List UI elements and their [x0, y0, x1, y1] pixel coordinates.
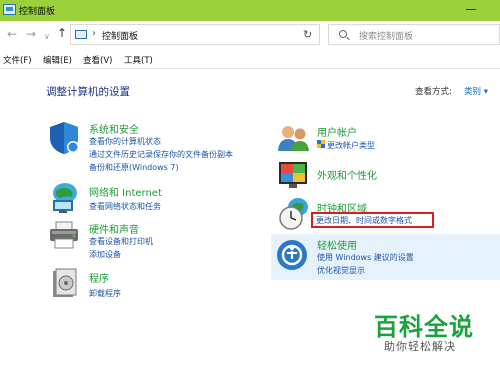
- refresh-icon[interactable]: ↻: [303, 29, 312, 41]
- address-field[interactable]: › 控制面板 ∨: [70, 24, 363, 45]
- link-uninstall-program[interactable]: 卸载程序: [89, 288, 121, 299]
- link-network-status[interactable]: 查看网络状态和任务: [89, 201, 161, 212]
- link-add-device[interactable]: 添加设备: [89, 249, 121, 260]
- page-title: 调整计算机的设置: [46, 86, 130, 98]
- breadcrumb[interactable]: 控制面板: [102, 29, 138, 42]
- category-system-security[interactable]: 系统和安全: [89, 121, 139, 136]
- appearance-icon[interactable]: [277, 158, 311, 190]
- search-icon: [339, 30, 347, 38]
- breadcrumb-chevron-icon[interactable]: ›: [92, 28, 96, 39]
- menu-tools[interactable]: 工具(T): [124, 54, 153, 66]
- recent-dropdown-icon[interactable]: ∨: [44, 30, 50, 44]
- category-network-internet[interactable]: 网络和 Internet: [89, 184, 162, 199]
- minimize-button[interactable]: [466, 9, 476, 10]
- menu-bar: 文件(F) 编辑(E) 查看(V) 工具(T): [0, 49, 500, 69]
- control-panel-icon: [3, 4, 16, 15]
- menu-file[interactable]: 文件(F): [3, 54, 32, 66]
- link-view-computer-status[interactable]: 查看你的计算机状态: [89, 136, 161, 147]
- link-devices-printers[interactable]: 查看设备和打印机: [89, 236, 153, 247]
- ease-of-access-icon[interactable]: [276, 239, 308, 271]
- printer-icon[interactable]: [47, 220, 83, 250]
- control-panel-icon: [75, 30, 87, 39]
- title-bar: 控制面板: [0, 0, 500, 21]
- link-file-history-backup[interactable]: 通过文件历史记录保存你的文件备份副本: [89, 149, 233, 160]
- shield-icon[interactable]: [46, 120, 82, 156]
- link-backup-restore[interactable]: 备份和还原(Windows 7): [89, 162, 179, 173]
- view-by-dropdown[interactable]: 类别 ▾: [464, 85, 488, 97]
- link-recommended-settings[interactable]: 使用 Windows 建议的设置: [317, 252, 414, 263]
- watermark-title: 百科全说: [374, 313, 474, 341]
- category-ease-of-access[interactable]: 轻松使用: [317, 237, 357, 252]
- uac-shield-icon: [317, 140, 325, 148]
- link-change-date-time-format[interactable]: 更改日期、时间或数字格式: [316, 215, 412, 226]
- category-appearance[interactable]: 外观和个性化: [317, 167, 377, 182]
- forward-arrow-icon[interactable]: →: [26, 27, 36, 41]
- view-by-label: 查看方式:: [415, 87, 452, 97]
- search-placeholder: 搜索控制面板: [359, 32, 414, 42]
- users-icon[interactable]: [277, 124, 311, 152]
- clock-icon[interactable]: [278, 197, 310, 231]
- search-input[interactable]: 搜索控制面板: [328, 24, 500, 45]
- menu-edit[interactable]: 编辑(E): [43, 54, 72, 66]
- category-user-accounts[interactable]: 用户帐户: [317, 124, 357, 139]
- window-title: 控制面板: [19, 7, 56, 17]
- category-programs[interactable]: 程序: [89, 270, 109, 285]
- programs-icon[interactable]: [50, 268, 80, 300]
- link-change-account-type[interactable]: 更改帐户类型: [327, 140, 375, 151]
- back-arrow-icon[interactable]: ←: [7, 27, 17, 41]
- address-bar-row: ← → ∨ ↑ › 控制面板 ∨ ↻ 搜索控制面板: [0, 21, 500, 49]
- link-optimize-visual-display[interactable]: 优化视觉显示: [317, 265, 365, 276]
- up-arrow-icon[interactable]: ↑: [57, 26, 67, 40]
- watermark-subtitle: 助你轻松解决: [384, 340, 456, 353]
- network-icon[interactable]: [48, 182, 82, 214]
- menu-view[interactable]: 查看(V): [83, 54, 112, 66]
- category-hardware-sound[interactable]: 硬件和声音: [89, 221, 139, 236]
